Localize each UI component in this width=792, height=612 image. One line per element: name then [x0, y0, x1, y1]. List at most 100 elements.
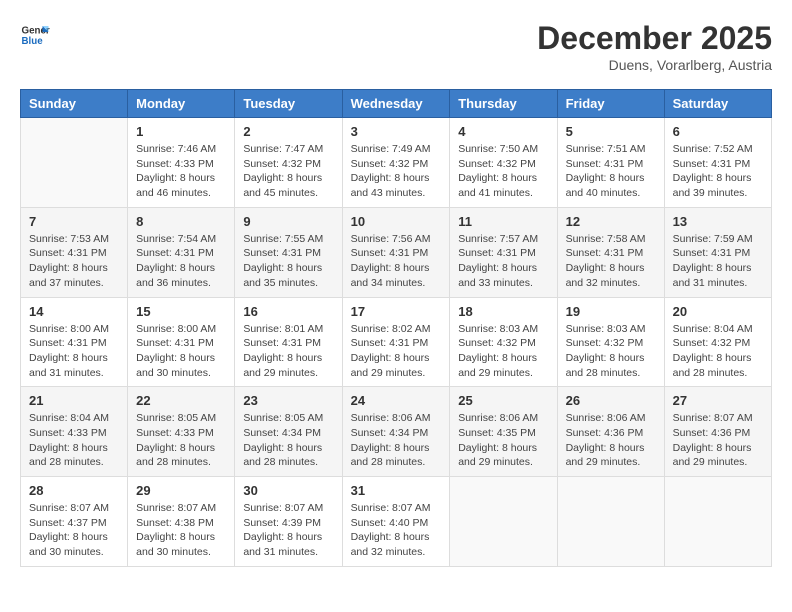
day-info: Sunrise: 8:00 AMSunset: 4:31 PMDaylight:…	[136, 322, 226, 381]
calendar-cell: 22Sunrise: 8:05 AMSunset: 4:33 PMDayligh…	[128, 387, 235, 477]
calendar-cell	[450, 477, 557, 567]
day-number: 7	[29, 214, 119, 229]
calendar-cell: 16 Sunrise: 8:01 AMSunset: 4:31 PMDayligh…	[235, 297, 342, 387]
day-number: 1	[136, 124, 226, 139]
calendar-cell: 25 Sunrise: 8:06 AMSunset: 4:35 PMDayligh…	[450, 387, 557, 477]
day-number: 21	[29, 393, 119, 408]
calendar-cell: 17Sunrise: 8:02 AMSunset: 4:31 PMDayligh…	[342, 297, 450, 387]
calendar-cell: 4 Sunrise: 7:50 AMSunset: 4:32 PMDaylight…	[450, 118, 557, 208]
calendar-week-row: 7Sunrise: 7:53 AMSunset: 4:31 PMDaylight…	[21, 207, 772, 297]
calendar-header-row: Sunday Monday Tuesday Wednesday Thursday…	[21, 90, 772, 118]
day-info: Sunrise: 7:50 AMSunset: 4:32 PMDaylight:…	[458, 142, 548, 201]
day-info: Sunrise: 8:02 AMSunset: 4:31 PMDaylight:…	[351, 322, 442, 381]
day-number: 30	[243, 483, 333, 498]
day-number: 20	[673, 304, 763, 319]
day-number: 27	[673, 393, 763, 408]
day-number: 23	[243, 393, 333, 408]
day-info: Sunrise: 7:57 AMSunset: 4:31 PMDaylight:…	[458, 232, 548, 291]
day-number: 29	[136, 483, 226, 498]
col-saturday: Saturday	[664, 90, 771, 118]
day-number: 4	[458, 124, 548, 139]
day-info: Sunrise: 8:03 AMSunset: 4:32 PMDaylight:…	[566, 322, 656, 381]
col-friday: Friday	[557, 90, 664, 118]
logo: General Blue	[20, 20, 50, 50]
col-thursday: Thursday	[450, 90, 557, 118]
day-info: Sunrise: 7:46 AMSunset: 4:33 PMDaylight:…	[136, 142, 226, 201]
page-header: General Blue December 2025 Duens, Vorarl…	[20, 20, 772, 73]
day-info: Sunrise: 8:05 AMSunset: 4:34 PMDaylight:…	[243, 411, 333, 470]
day-info: Sunrise: 7:52 AMSunset: 4:31 PMDaylight:…	[673, 142, 763, 201]
day-number: 31	[351, 483, 442, 498]
day-number: 11	[458, 214, 548, 229]
day-info: Sunrise: 8:03 AMSunset: 4:32 PMDaylight:…	[458, 322, 548, 381]
day-info: Sunrise: 7:56 AMSunset: 4:31 PMDaylight:…	[351, 232, 442, 291]
calendar-week-row: 21 Sunrise: 8:04 AMSunset: 4:33 PMDayligh…	[21, 387, 772, 477]
day-info: Sunrise: 8:01 AMSunset: 4:31 PMDaylight:…	[243, 322, 333, 381]
day-info: Sunrise: 7:47 AMSunset: 4:32 PMDaylight:…	[243, 142, 333, 201]
day-number: 28	[29, 483, 119, 498]
calendar-cell: 11 Sunrise: 7:57 AMSunset: 4:31 PMDayligh…	[450, 207, 557, 297]
calendar-cell: 24 Sunrise: 8:06 AMSunset: 4:34 PMDayligh…	[342, 387, 450, 477]
day-number: 26	[566, 393, 656, 408]
calendar-cell	[21, 118, 128, 208]
day-number: 3	[351, 124, 442, 139]
calendar-cell: 29 Sunrise: 8:07 AMSunset: 4:38 PMDayligh…	[128, 477, 235, 567]
logo-icon: General Blue	[20, 20, 50, 50]
calendar-cell: 26Sunrise: 8:06 AMSunset: 4:36 PMDayligh…	[557, 387, 664, 477]
calendar-cell: 12 Sunrise: 7:58 AMSunset: 4:31 PMDayligh…	[557, 207, 664, 297]
calendar-cell: 28 Sunrise: 8:07 AMSunset: 4:37 PMDayligh…	[21, 477, 128, 567]
calendar-cell: 18 Sunrise: 8:03 AMSunset: 4:32 PMDayligh…	[450, 297, 557, 387]
calendar-cell: 20 Sunrise: 8:04 AMSunset: 4:32 PMDayligh…	[664, 297, 771, 387]
day-info: Sunrise: 7:54 AMSunset: 4:31 PMDaylight:…	[136, 232, 226, 291]
calendar-week-row: 1 Sunrise: 7:46 AMSunset: 4:33 PMDaylight…	[21, 118, 772, 208]
day-info: Sunrise: 7:51 AMSunset: 4:31 PMDaylight:…	[566, 142, 656, 201]
day-info: Sunrise: 7:55 AMSunset: 4:31 PMDaylight:…	[243, 232, 333, 291]
day-number: 18	[458, 304, 548, 319]
svg-text:Blue: Blue	[22, 36, 44, 47]
calendar-cell: 6 Sunrise: 7:52 AMSunset: 4:31 PMDaylight…	[664, 118, 771, 208]
calendar-table: Sunday Monday Tuesday Wednesday Thursday…	[20, 89, 772, 567]
calendar-cell: 2 Sunrise: 7:47 AMSunset: 4:32 PMDaylight…	[235, 118, 342, 208]
calendar-cell: 3 Sunrise: 7:49 AMSunset: 4:32 PMDaylight…	[342, 118, 450, 208]
day-info: Sunrise: 8:06 AMSunset: 4:35 PMDaylight:…	[458, 411, 548, 470]
day-info: Sunrise: 8:05 AMSunset: 4:33 PMDaylight:…	[136, 411, 226, 470]
day-info: Sunrise: 8:07 AMSunset: 4:38 PMDaylight:…	[136, 501, 226, 560]
day-number: 14	[29, 304, 119, 319]
day-info: Sunrise: 8:04 AMSunset: 4:33 PMDaylight:…	[29, 411, 119, 470]
day-number: 16	[243, 304, 333, 319]
calendar-cell: 1 Sunrise: 7:46 AMSunset: 4:33 PMDaylight…	[128, 118, 235, 208]
calendar-cell: 27 Sunrise: 8:07 AMSunset: 4:36 PMDayligh…	[664, 387, 771, 477]
day-info: Sunrise: 7:58 AMSunset: 4:31 PMDaylight:…	[566, 232, 656, 291]
day-number: 24	[351, 393, 442, 408]
calendar-cell: 13Sunrise: 7:59 AMSunset: 4:31 PMDayligh…	[664, 207, 771, 297]
title-block: December 2025 Duens, Vorarlberg, Austria	[537, 20, 772, 73]
month-title: December 2025	[537, 20, 772, 57]
col-tuesday: Tuesday	[235, 90, 342, 118]
col-monday: Monday	[128, 90, 235, 118]
location: Duens, Vorarlberg, Austria	[537, 57, 772, 73]
col-wednesday: Wednesday	[342, 90, 450, 118]
day-number: 9	[243, 214, 333, 229]
day-number: 6	[673, 124, 763, 139]
day-number: 12	[566, 214, 656, 229]
day-number: 5	[566, 124, 656, 139]
calendar-cell: 19 Sunrise: 8:03 AMSunset: 4:32 PMDayligh…	[557, 297, 664, 387]
calendar-cell: 10Sunrise: 7:56 AMSunset: 4:31 PMDayligh…	[342, 207, 450, 297]
day-info: Sunrise: 8:07 AMSunset: 4:36 PMDaylight:…	[673, 411, 763, 470]
calendar-cell: 14Sunrise: 8:00 AMSunset: 4:31 PMDayligh…	[21, 297, 128, 387]
calendar-cell: 30Sunrise: 8:07 AMSunset: 4:39 PMDayligh…	[235, 477, 342, 567]
day-info: Sunrise: 7:49 AMSunset: 4:32 PMDaylight:…	[351, 142, 442, 201]
calendar-cell	[557, 477, 664, 567]
calendar-cell: 8Sunrise: 7:54 AMSunset: 4:31 PMDaylight…	[128, 207, 235, 297]
calendar-cell: 31Sunrise: 8:07 AMSunset: 4:40 PMDayligh…	[342, 477, 450, 567]
day-number: 15	[136, 304, 226, 319]
calendar-cell: 9 Sunrise: 7:55 AMSunset: 4:31 PMDaylight…	[235, 207, 342, 297]
day-number: 25	[458, 393, 548, 408]
day-number: 13	[673, 214, 763, 229]
day-info: Sunrise: 8:06 AMSunset: 4:34 PMDaylight:…	[351, 411, 442, 470]
day-info: Sunrise: 8:07 AMSunset: 4:37 PMDaylight:…	[29, 501, 119, 560]
day-number: 19	[566, 304, 656, 319]
calendar-cell: 21 Sunrise: 8:04 AMSunset: 4:33 PMDayligh…	[21, 387, 128, 477]
day-number: 2	[243, 124, 333, 139]
day-info: Sunrise: 8:04 AMSunset: 4:32 PMDaylight:…	[673, 322, 763, 381]
